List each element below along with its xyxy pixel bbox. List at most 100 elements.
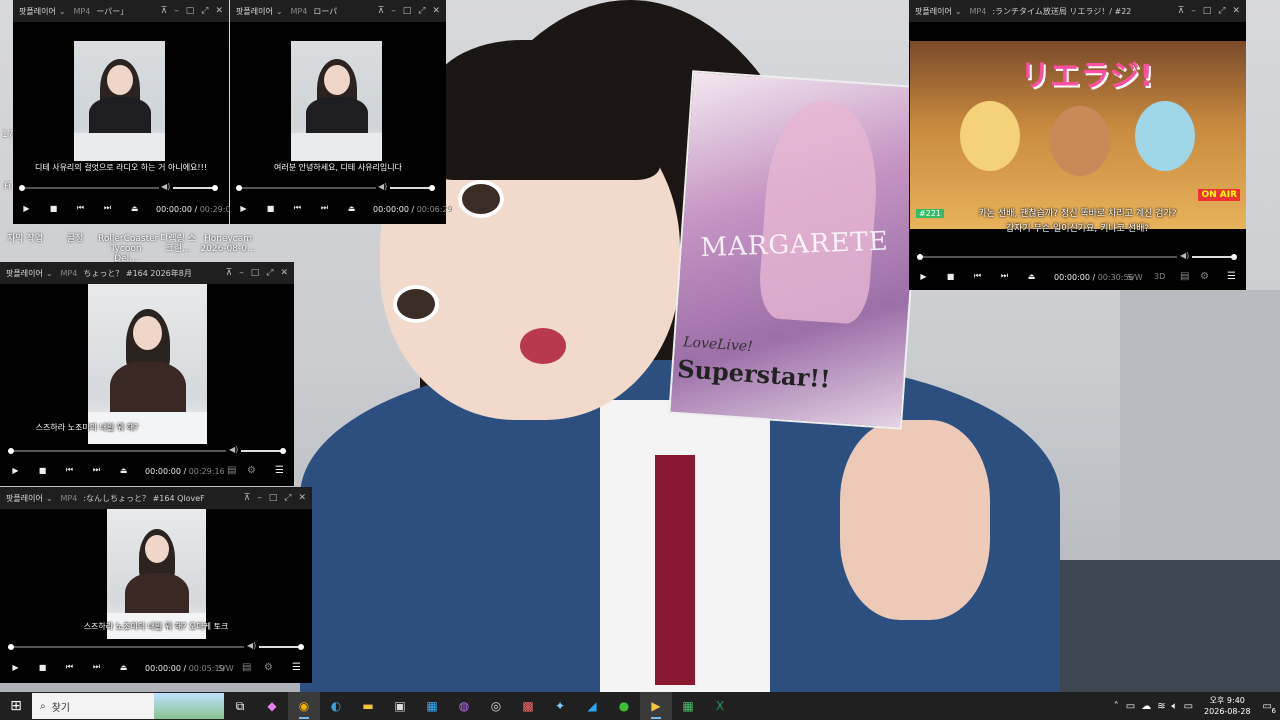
menu-icon[interactable]: ☰	[275, 465, 284, 476]
desktop-icon-rollercoaster[interactable]: RollerCoaster Tycoon Del...	[98, 234, 158, 264]
app-menu[interactable]: 팟플레이어	[6, 493, 43, 504]
desktop-icon-screen[interactable]: 디렉링 스크린...	[160, 234, 196, 254]
pin-icon[interactable]: ⊼	[226, 268, 233, 278]
chevron-down-icon[interactable]: ⌄	[59, 7, 66, 16]
minimize-icon[interactable]: –	[391, 6, 396, 16]
volume-icon[interactable]: ◀)	[161, 182, 170, 191]
prev-icon[interactable]: ⏮	[56, 662, 83, 672]
file-explorer-icon[interactable]: ▬	[352, 692, 384, 720]
battery-icon[interactable]: ▭	[1181, 701, 1196, 712]
prev-icon[interactable]: ⏮	[964, 271, 991, 281]
video-area[interactable]	[74, 41, 165, 161]
maximize-icon[interactable]: □	[403, 6, 412, 16]
maximize-icon[interactable]: □	[186, 6, 195, 16]
chevron-down-icon[interactable]: ⌄	[46, 269, 53, 278]
minimize-icon[interactable]: –	[174, 6, 179, 16]
next-icon[interactable]: ⏭	[311, 203, 338, 213]
potplayer-icon[interactable]: ▶	[640, 692, 672, 720]
notification-icon[interactable]: ▭ 6	[1259, 701, 1280, 715]
player-titlebar[interactable]: 팟플레이어 ⌄ MP4 ちょっと？ #164 2026年8月 ⊼ – □ ⤢ ✕	[0, 262, 294, 284]
menu-icon[interactable]: ☰	[292, 662, 301, 673]
pin-icon[interactable]: ⊼	[1178, 6, 1185, 16]
stop-icon[interactable]: ■	[40, 204, 67, 213]
video-area[interactable]	[291, 41, 382, 161]
minimize-icon[interactable]: –	[257, 493, 262, 503]
xbox-icon[interactable]: ●	[608, 692, 640, 720]
player-titlebar[interactable]: 팟플레이어 ⌄ MP4 ローパ ⊼ – □ ⤢ ✕	[230, 0, 446, 22]
player-window-3[interactable]: 팟플레이어 ⌄ MP4 :ランチタイム放送局 リエラジ！/ #22 ⊼ – □ ⤢ ✕ リ…	[909, 0, 1246, 290]
next-icon[interactable]: ⏭	[83, 465, 110, 475]
next-icon[interactable]: ⏭	[991, 271, 1018, 281]
photos-icon[interactable]: ▦	[416, 692, 448, 720]
windows-start-icon[interactable]: ⊞	[0, 692, 32, 720]
prev-icon[interactable]: ⏮	[56, 465, 83, 475]
play-icon[interactable]: ▶	[13, 204, 40, 213]
playlist-icon[interactable]: ▤	[1180, 271, 1189, 282]
gear-icon[interactable]: ⚙	[264, 662, 273, 673]
fullscreen-icon[interactable]: ⤢	[266, 268, 273, 278]
edge-icon[interactable]: ◐	[320, 692, 352, 720]
volume-icon[interactable]: ◀)	[247, 641, 256, 650]
next-icon[interactable]: ⏭	[83, 662, 110, 672]
volume-slider[interactable]	[173, 185, 218, 191]
pin-icon[interactable]: ⊼	[161, 6, 168, 16]
video-area[interactable]	[107, 509, 206, 639]
copilot-icon[interactable]: ◆	[256, 692, 288, 720]
paint-icon[interactable]: ▩	[512, 692, 544, 720]
store-icon[interactable]: ▣	[384, 692, 416, 720]
play-icon[interactable]: ▶	[2, 466, 29, 475]
app-menu[interactable]: 팟플레이어	[6, 268, 43, 279]
stop-icon[interactable]: ■	[29, 663, 56, 672]
volume-slider[interactable]	[241, 448, 286, 454]
seek-bar[interactable]	[917, 254, 1177, 260]
eject-icon[interactable]: ⏏	[121, 204, 148, 213]
gear-icon[interactable]: ⚙	[1200, 271, 1209, 282]
close-icon[interactable]: ✕	[432, 6, 440, 16]
fullscreen-icon[interactable]: ⤢	[1218, 6, 1225, 16]
volume-icon[interactable]: ◀)	[1180, 251, 1189, 260]
play-icon[interactable]: ▶	[230, 204, 257, 213]
play-icon[interactable]: ▶	[2, 663, 29, 672]
obs-icon[interactable]: ◎	[480, 692, 512, 720]
editor-icon[interactable]: ◢	[576, 692, 608, 720]
close-icon[interactable]: ✕	[298, 493, 306, 503]
eject-icon[interactable]: ⏏	[338, 204, 365, 213]
playlist-icon[interactable]: ▤	[227, 465, 236, 476]
maximize-icon[interactable]: □	[251, 268, 260, 278]
speaker-icon[interactable]: 🔈︎	[1169, 701, 1181, 712]
excel-icon[interactable]: X	[704, 692, 736, 720]
stop-icon[interactable]: ■	[937, 272, 964, 281]
seek-bar[interactable]	[8, 448, 226, 454]
player-window-2[interactable]: 팟플레이어 ⌄ MP4 ローパ ⊼ – □ ⤢ ✕ 여러분 안녕하세요, 디테 사유리입니…	[230, 0, 453, 224]
next-icon[interactable]: ⏭	[94, 203, 121, 213]
gear-icon[interactable]: ⚙	[247, 465, 256, 476]
app-menu[interactable]: 팟플레이어	[19, 6, 56, 17]
spreadsheet-icon[interactable]: ▦	[672, 692, 704, 720]
app-menu[interactable]: 팟플레이어	[236, 6, 273, 17]
maximize-icon[interactable]: □	[269, 493, 278, 503]
fullscreen-icon[interactable]: ⤢	[418, 6, 425, 16]
fullscreen-icon[interactable]: ⤢	[284, 493, 291, 503]
volume-slider[interactable]	[390, 185, 435, 191]
sw-label[interactable]: S/W	[218, 664, 234, 673]
minimize-icon[interactable]: –	[239, 268, 244, 278]
clock[interactable]: 오후 9:40 2026-08-28	[1196, 695, 1259, 717]
player-titlebar[interactable]: 팟플레이어 ⌄ MP4 ーパー」 ⊼ – □ ⤢ ✕	[13, 0, 229, 22]
eject-icon[interactable]: ⏏	[110, 663, 137, 672]
seek-bar[interactable]	[8, 644, 244, 650]
stop-icon[interactable]: ■	[29, 466, 56, 475]
desktop-icon-honeycam[interactable]: Honeycam 2026-08-0...	[200, 234, 256, 254]
fullscreen-icon[interactable]: ⤢	[201, 6, 208, 16]
volume-slider[interactable]	[259, 644, 304, 650]
volume-slider[interactable]	[1192, 254, 1237, 260]
prev-icon[interactable]: ⏮	[67, 203, 94, 213]
daum-icon[interactable]: ✦	[544, 692, 576, 720]
cloud-icon[interactable]: ☁	[1138, 701, 1154, 712]
stop-icon[interactable]: ■	[257, 204, 284, 213]
player-titlebar[interactable]: 팟플레이어 ⌄ MP4 :ランチタイム放送局 リエラジ！/ #22 ⊼ – □ ⤢ ✕	[909, 0, 1246, 22]
player-window-1[interactable]: 팟플레이어 ⌄ MP4 ーパー」 ⊼ – □ ⤢ ✕ 디테 사유리의 걸엇으로 라디오 하…	[13, 0, 236, 224]
chevron-down-icon[interactable]: ⌄	[276, 7, 283, 16]
sw-label[interactable]: S/W	[1127, 273, 1143, 282]
video-area[interactable]	[88, 284, 207, 444]
chevron-up-icon[interactable]: ˄	[1110, 701, 1123, 712]
